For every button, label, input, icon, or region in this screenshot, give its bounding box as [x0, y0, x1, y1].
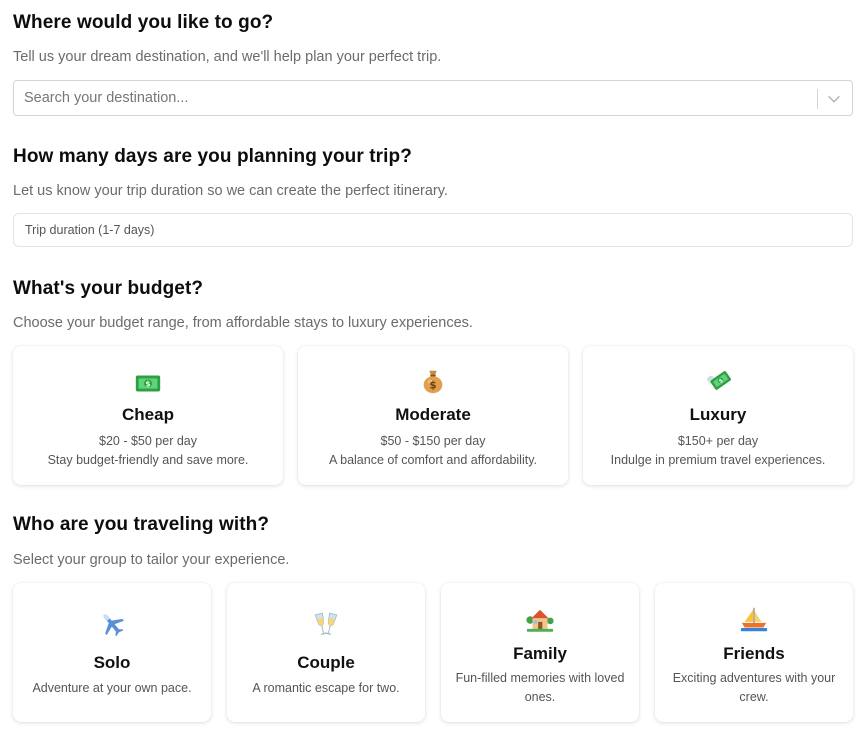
traveler-option-title: Friends: [723, 644, 785, 663]
traveler-option-description: Fun-filled memories with loved ones.: [455, 671, 625, 704]
svg-text:$: $: [145, 379, 150, 388]
traveler-option-couple[interactable]: Couple A romantic escape for two.: [227, 583, 425, 722]
clinking-glasses-icon: [227, 609, 425, 639]
traveler-option-friends[interactable]: Friends Exciting adventures with your cr…: [655, 583, 853, 722]
svg-text:$: $: [429, 380, 436, 392]
budget-option-cheap[interactable]: $ Cheap $20 - $50 per day Stay budget-fr…: [13, 346, 283, 485]
traveler-option-solo[interactable]: Solo Adventure at your own pace.: [13, 583, 211, 722]
traveler-option-description: Adventure at your own pace.: [32, 681, 192, 695]
budget-title: What's your budget?: [13, 278, 204, 299]
destination-title: Where would you like to go?: [13, 12, 274, 33]
budget-option-range: $20 - $50 per day: [99, 434, 197, 448]
traveler-option-description: Exciting adventures with your crew.: [672, 671, 836, 704]
travelers-title: Who are you traveling with?: [13, 514, 270, 535]
money-bag-icon: $: [298, 366, 568, 396]
budget-option-range: $50 - $150 per day: [380, 434, 486, 448]
traveler-option-title: Family: [513, 644, 567, 663]
budget-option-description: Stay budget-friendly and save more.: [47, 453, 249, 467]
dollar-banknote-icon: $: [13, 368, 283, 398]
duration-description: Let us know your trip duration so we can…: [13, 183, 448, 199]
budget-option-title: Moderate: [395, 405, 471, 424]
traveler-option-title: Couple: [297, 653, 355, 672]
trip-duration-input[interactable]: [13, 213, 853, 247]
budget-description: Choose your budget range, from affordabl…: [13, 315, 473, 331]
travelers-description: Select your group to tailor your experie…: [13, 552, 290, 568]
chevron-down-icon[interactable]: [825, 90, 843, 108]
budget-option-moderate[interactable]: $ Moderate $50 - $150 per day A balance …: [298, 346, 568, 485]
budget-option-range: $150+ per day: [677, 434, 759, 448]
budget-option-description: A balance of comfort and affordability.: [329, 453, 537, 467]
duration-title: How many days are you planning your trip…: [13, 146, 412, 167]
traveler-option-description: A romantic escape for two.: [252, 681, 400, 695]
destination-description: Tell us your dream destination, and we'l…: [13, 49, 442, 65]
select-separator: [817, 89, 818, 109]
traveler-option-family[interactable]: Family Fun-filled memories with loved on…: [441, 583, 639, 722]
traveler-option-title: Solo: [93, 653, 131, 672]
budget-option-description: Indulge in premium travel experiences.: [610, 453, 826, 467]
house-with-garden-icon: [441, 605, 639, 635]
budget-option-title: Cheap: [122, 405, 174, 424]
destination-search-placeholder: Search your destination...: [24, 90, 189, 106]
airplane-icon: [13, 609, 211, 639]
budget-option-title: Luxury: [689, 405, 747, 424]
destination-search-select[interactable]: Search your destination...: [13, 80, 853, 116]
budget-option-luxury[interactable]: $ Luxury $150+ per day Indulge in premiu…: [583, 346, 853, 485]
money-with-wings-icon: $: [583, 366, 853, 396]
sailboat-icon: [655, 605, 853, 635]
